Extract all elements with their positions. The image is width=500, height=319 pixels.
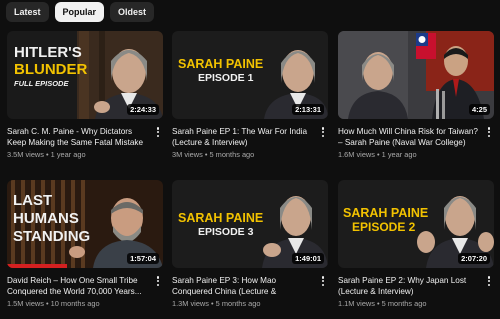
video-card[interactable]: SARAH PAINE EPISODE 3 1:49:01 Sarah Pain… — [172, 180, 328, 308]
overlay-title-line2: EPISODE 3 — [198, 226, 254, 238]
video-meta: 3.5M views • 1 year ago — [7, 150, 86, 159]
more-options-icon[interactable] — [318, 126, 328, 140]
overlay-title-line1: SARAH PAINE — [178, 211, 264, 225]
overlay-title-line1: SARAH PAINE — [343, 206, 429, 220]
overlay-title-line2: HUMANS — [13, 210, 79, 227]
video-title[interactable]: Sarah Paine EP 1: The War For India (Lec… — [172, 126, 312, 148]
duration-badge: 1:49:01 — [292, 253, 324, 264]
video-card[interactable]: HITLER'S BLUNDER FULL EPISODE 2:24:33 Sa… — [7, 31, 163, 159]
video-title[interactable]: Sarah C. M. Paine - Why Dictators Keep M… — [7, 126, 147, 148]
overlay-title-line1: LAST — [13, 192, 53, 209]
video-thumbnail[interactable]: SARAH PAINE EPISODE 1 2:13:31 — [172, 31, 328, 119]
duration-badge: 1:57:04 — [127, 253, 159, 264]
overlay-title-line2: EPISODE 1 — [198, 72, 254, 84]
duration-badge: 2:24:33 — [127, 104, 159, 115]
overlay-title-line2: EPISODE 2 — [352, 220, 416, 234]
video-card[interactable]: 4:25 How Much Will China Risk for Taiwan… — [338, 31, 494, 159]
video-meta: 1.5M views • 10 months ago — [7, 299, 100, 308]
video-card[interactable]: LAST HUMANS STANDING 1:57:04 David Reich… — [7, 180, 163, 308]
video-title[interactable]: Sarah Paine EP 3: How Mao Conquered Chin… — [172, 275, 312, 297]
more-options-icon[interactable] — [484, 126, 494, 140]
more-options-icon[interactable] — [484, 275, 494, 289]
overlay-title-line2: BLUNDER — [14, 61, 88, 78]
duration-badge: 4:25 — [468, 104, 490, 115]
chip-popular[interactable]: Popular — [54, 2, 105, 22]
overlay-title-line1: SARAH PAINE — [178, 57, 264, 71]
video-meta: 3M views • 5 months ago — [172, 150, 255, 159]
video-title[interactable]: Sarah Paine EP 2: Why Japan Lost (Lectur… — [338, 275, 478, 297]
video-card[interactable]: SARAH PAINE EPISODE 1 2:13:31 Sarah Pain… — [172, 31, 328, 159]
video-thumbnail[interactable]: HITLER'S BLUNDER FULL EPISODE 2:24:33 — [7, 31, 163, 119]
video-title[interactable]: How Much Will China Risk for Taiwan? – S… — [338, 126, 478, 148]
video-meta: 1.6M views • 1 year ago — [338, 150, 417, 159]
video-meta: 1.3M views • 5 months ago — [172, 299, 261, 308]
video-meta: 1.1M views • 5 months ago — [338, 299, 427, 308]
chip-latest[interactable]: Latest — [6, 2, 49, 22]
chip-oldest[interactable]: Oldest — [110, 2, 155, 22]
video-title[interactable]: David Reich – How One Small Tribe Conque… — [7, 275, 147, 297]
video-thumbnail[interactable]: LAST HUMANS STANDING 1:57:04 — [7, 180, 163, 268]
video-thumbnail[interactable]: SARAH PAINE EPISODE 3 1:49:01 — [172, 180, 328, 268]
overlay-title-line3: FULL EPISODE — [14, 79, 69, 88]
duration-badge: 2:13:31 — [292, 104, 324, 115]
video-thumbnail[interactable]: 4:25 — [338, 31, 494, 119]
more-options-icon[interactable] — [318, 275, 328, 289]
overlay-title-line1: HITLER'S — [14, 44, 82, 61]
video-thumbnail[interactable]: SARAH PAINE EPISODE 2 2:07:20 — [338, 180, 494, 268]
more-options-icon[interactable] — [153, 275, 163, 289]
video-card[interactable]: SARAH PAINE EPISODE 2 2:07:20 Sarah Pain… — [338, 180, 494, 308]
more-options-icon[interactable] — [153, 126, 163, 140]
duration-badge: 2:07:20 — [458, 253, 490, 264]
sort-chips: Latest Popular Oldest — [6, 2, 155, 22]
overlay-title-line3: STANDING — [13, 228, 91, 245]
